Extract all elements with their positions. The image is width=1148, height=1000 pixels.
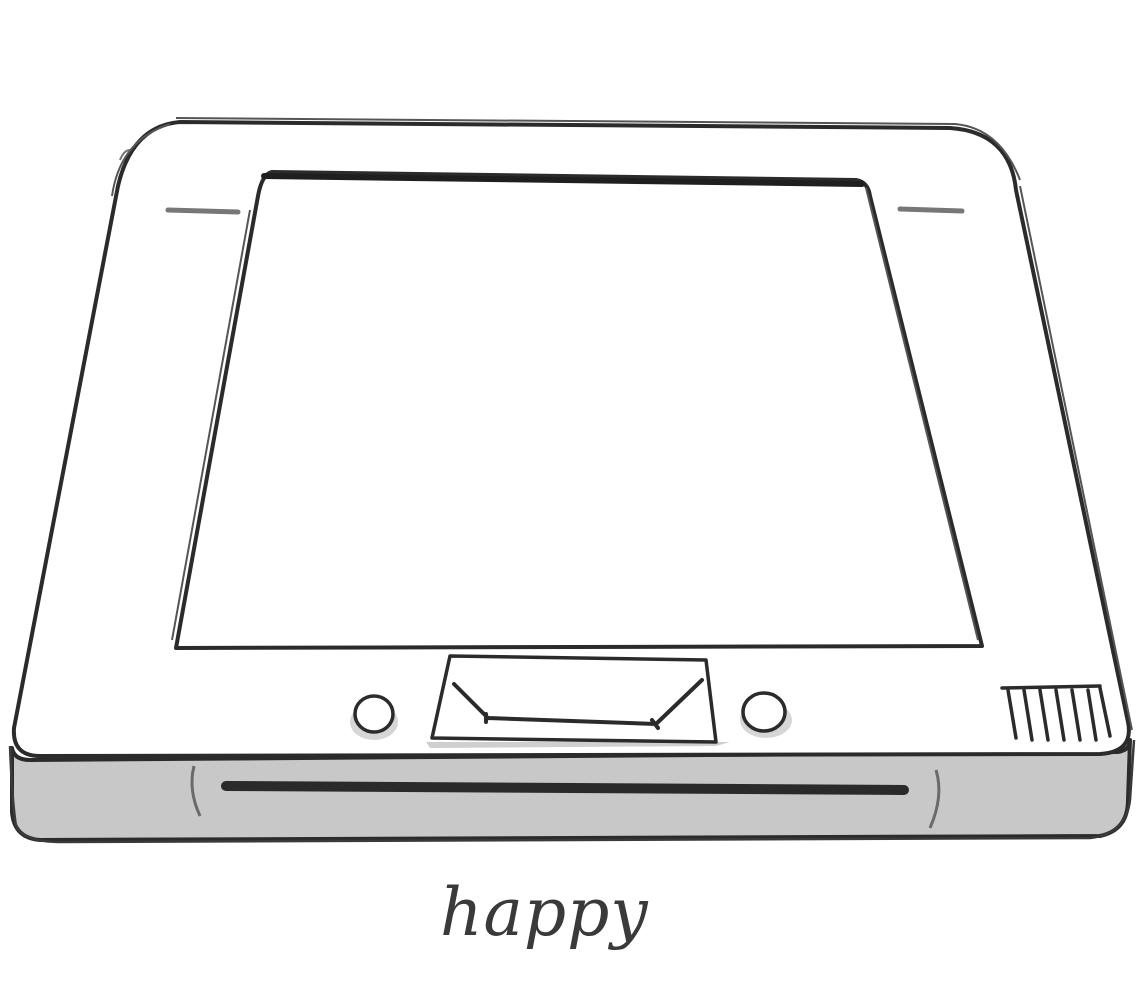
envelope-panel-icon[interactable] (430, 654, 718, 744)
left-indicator-mark (165, 207, 241, 215)
scan-window (174, 170, 984, 650)
paper-slot-icon[interactable] (221, 781, 909, 795)
scanner-device-icon (8, 117, 1136, 844)
right-indicator-mark (897, 206, 965, 214)
caption-happy: happy (440, 874, 649, 951)
left-round-button[interactable] (353, 694, 395, 734)
right-round-button[interactable] (741, 691, 787, 733)
